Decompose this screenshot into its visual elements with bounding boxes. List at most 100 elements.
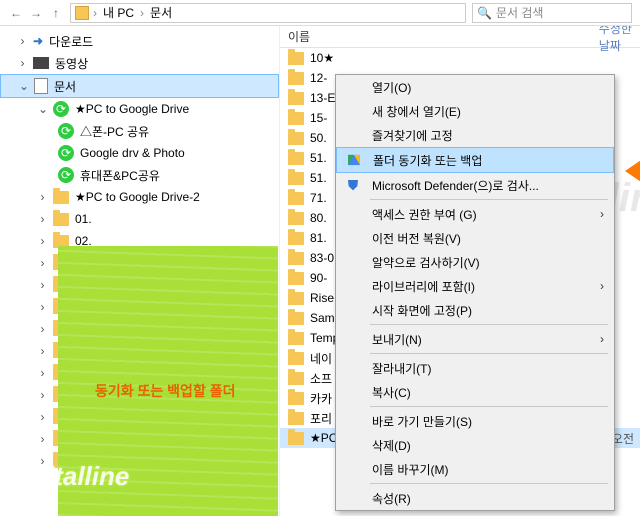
label: 네이 [310, 350, 332, 367]
chevron-right-icon[interactable]: › [38, 366, 47, 380]
search-icon: 🔍 [477, 6, 492, 20]
nav-fwd-icon[interactable]: → [28, 5, 44, 21]
tree-item[interactable]: ⟳ Google drv & Photo [0, 142, 279, 164]
chevron-right-icon[interactable]: › [38, 410, 47, 424]
col-date[interactable]: 수정한 날짜 [599, 26, 640, 54]
label: 51. [310, 171, 327, 185]
tree-item-videos[interactable]: › 동영상 [0, 52, 279, 74]
breadcrumb[interactable]: › 내 PC › 문서 [70, 3, 466, 23]
label: 01. [75, 212, 92, 226]
nav-back-icon[interactable]: ← [8, 5, 24, 21]
ctx-pin-fav[interactable]: 즐겨찾기에 고정 [336, 123, 614, 147]
chevron-right-icon[interactable]: › [38, 212, 47, 226]
label: 동영상 [55, 55, 88, 72]
google-drive-icon [348, 155, 360, 165]
ctx-delete[interactable]: 삭제(D) [336, 433, 614, 457]
label: Rise [310, 291, 334, 305]
chevron-right-icon: › [600, 279, 604, 293]
folder-icon [288, 352, 304, 365]
folder-icon [288, 392, 304, 405]
tree-item-downloads[interactable]: › ➜ 다운로드 [0, 30, 279, 52]
chevron-right-icon[interactable]: › [18, 34, 27, 48]
tree-item-documents[interactable]: ⌄ 문서 [0, 74, 279, 98]
chevron-right-icon[interactable]: › [38, 322, 47, 336]
label: Google drv & Photo [80, 146, 185, 160]
breadcrumb-item[interactable]: 문서 [144, 4, 178, 21]
search-input[interactable]: 🔍 문서 검색 [472, 3, 632, 23]
ctx-cut[interactable]: 잘라내기(T) [336, 356, 614, 380]
tree-item[interactable]: ⟳ 휴대폰&PC공유 [0, 164, 279, 186]
nav-tree: › ➜ 다운로드 › 동영상 ⌄ 문서 ⌄ ⟳ ★PC to Google Dr… [0, 26, 280, 516]
chevron-right-icon: › [600, 207, 604, 221]
label: 10★ [310, 51, 334, 65]
ctx-pin-start[interactable]: 시작 화면에 고정(P) [336, 298, 614, 322]
chevron-right-icon[interactable]: › [38, 278, 47, 292]
chevron-down-icon[interactable]: ⌄ [38, 102, 47, 116]
label: 15- [310, 111, 327, 125]
chevron-right-icon[interactable]: › [38, 432, 47, 446]
folder-icon [288, 192, 304, 205]
folder-icon [288, 52, 304, 65]
ctx-library[interactable]: 라이브러리에 포함(I)› [336, 274, 614, 298]
label: 51. [310, 151, 327, 165]
tree-item[interactable]: › 01. [0, 208, 279, 230]
sync-icon: ⟳ [58, 167, 74, 183]
ctx-props[interactable]: 속성(R) [336, 486, 614, 510]
chevron-right-icon[interactable]: › [38, 344, 47, 358]
label: 휴대폰&PC공유 [80, 167, 160, 184]
folder-icon [288, 332, 304, 345]
folder-icon [75, 6, 89, 20]
sync-icon: ⟳ [58, 123, 74, 139]
nav-up-icon[interactable]: ↑ [48, 5, 64, 21]
ctx-defender[interactable]: ⛊ Microsoft Defender(으)로 검사... [336, 173, 614, 197]
label: 50. [310, 131, 327, 145]
download-icon: ➜ [33, 34, 43, 48]
ctx-google-sync[interactable]: 폴더 동기화 또는 백업 [336, 147, 614, 173]
ctx-access[interactable]: 액세스 권한 부여 (G)› [336, 202, 614, 226]
ctx-shortcut[interactable]: 바로 가기 만들기(S) [336, 409, 614, 433]
chevron-right-icon[interactable]: › [38, 190, 47, 204]
folder-icon [288, 72, 304, 85]
ctx-copy[interactable]: 복사(C) [336, 380, 614, 404]
list-item[interactable]: 10★ [280, 48, 640, 68]
tree-item[interactable]: ⟳ △폰-PC 공유 [0, 120, 279, 142]
search-placeholder: 문서 검색 [496, 4, 544, 21]
ctx-send[interactable]: 보내기(N)› [336, 327, 614, 351]
chevron-right-icon[interactable]: › [38, 234, 47, 248]
folder-icon [288, 152, 304, 165]
breadcrumb-item[interactable]: 내 PC [97, 4, 140, 21]
label: 소프 [310, 370, 332, 387]
chevron-right-icon[interactable]: › [18, 56, 27, 70]
document-icon [34, 78, 48, 94]
folder-icon [53, 191, 69, 204]
chevron-right-icon[interactable]: › [38, 256, 47, 270]
annotation-hint: 동기화 또는 백업할 폴더 [95, 381, 235, 401]
separator [370, 406, 608, 407]
annotation-arrow-left [625, 156, 640, 186]
address-toolbar: ← → ↑ › 내 PC › 문서 🔍 문서 검색 [0, 0, 640, 26]
folder-icon [288, 212, 304, 225]
ctx-rename[interactable]: 이름 바꾸기(M) [336, 457, 614, 481]
folder-icon [53, 213, 69, 226]
folder-icon [288, 232, 304, 245]
separator [370, 324, 608, 325]
video-icon [33, 57, 49, 69]
label: 카카 [310, 390, 332, 407]
chevron-right-icon[interactable]: › [38, 388, 47, 402]
ctx-alyac[interactable]: 알약으로 검사하기(V) [336, 250, 614, 274]
tree-item[interactable]: › ★PC to Google Drive-2 [0, 186, 279, 208]
folder-icon [288, 292, 304, 305]
chevron-down-icon[interactable]: ⌄ [19, 79, 28, 93]
ctx-open-new[interactable]: 새 창에서 열기(E) [336, 99, 614, 123]
chevron-right-icon[interactable]: › [38, 300, 47, 314]
ctx-open[interactable]: 열기(O) [336, 75, 614, 99]
tree-item[interactable]: ⌄ ⟳ ★PC to Google Drive [0, 98, 279, 120]
folder-icon [288, 252, 304, 265]
folder-icon [288, 312, 304, 325]
shield-icon: ⛊ [344, 176, 362, 194]
label: 81. [310, 231, 327, 245]
col-name[interactable]: 이름 [288, 28, 429, 45]
ctx-restore[interactable]: 이전 버전 복원(V) [336, 226, 614, 250]
label: 다운로드 [49, 33, 93, 50]
folder-icon [288, 172, 304, 185]
